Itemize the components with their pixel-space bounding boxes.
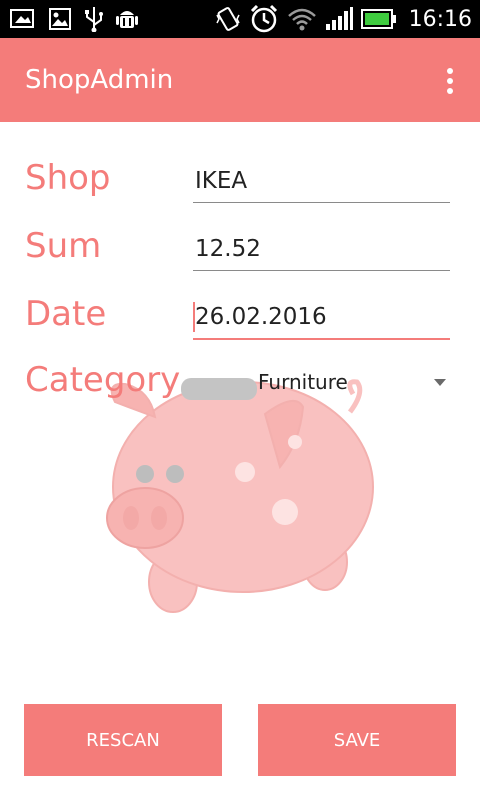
app-title: ShopAdmin xyxy=(25,65,174,95)
category-spinner[interactable]: Furniture xyxy=(256,366,452,402)
save-button[interactable]: SAVE xyxy=(258,704,456,776)
alarm-icon xyxy=(250,4,277,33)
sum-field[interactable]: 12.52 xyxy=(193,230,450,271)
date-value: 26.02.2016 xyxy=(195,304,327,330)
category-label: Category xyxy=(25,360,181,400)
date-label: Date xyxy=(25,294,107,334)
overflow-menu-icon[interactable] xyxy=(446,68,454,94)
battery-icon xyxy=(360,9,396,29)
sum-value: 12.52 xyxy=(195,236,261,262)
status-bar: 16:16 xyxy=(0,0,480,38)
app-bar: ShopAdmin xyxy=(0,38,480,122)
status-time: 16:16 xyxy=(408,6,472,32)
image-icon xyxy=(49,8,71,30)
usb-icon xyxy=(85,7,103,32)
category-value: Furniture xyxy=(258,370,348,394)
shop-value: IKEA xyxy=(195,168,248,194)
vibrate-icon xyxy=(215,7,240,31)
shop-label: Shop xyxy=(25,158,111,198)
dropdown-arrow-icon xyxy=(434,379,446,386)
date-field[interactable]: 26.02.2016 xyxy=(193,298,450,340)
sum-label: Sum xyxy=(25,226,102,266)
rescan-button[interactable]: RESCAN xyxy=(24,704,222,776)
shop-field[interactable]: IKEA xyxy=(193,162,450,203)
signal-icon xyxy=(325,7,353,30)
android-debug-icon xyxy=(116,11,138,28)
gallery-icon xyxy=(10,9,34,28)
wifi-icon xyxy=(287,8,316,31)
